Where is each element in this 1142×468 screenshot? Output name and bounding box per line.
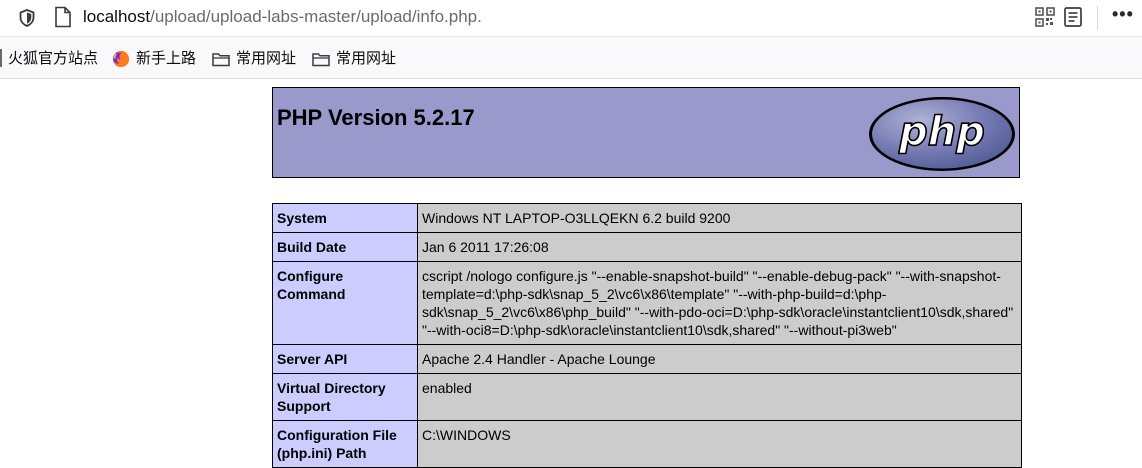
phpinfo-header: PHP Version 5.2.17 php <box>272 87 1020 178</box>
table-row: Configuration File (php.ini) Path C:\WIN… <box>272 420 1022 468</box>
row-value: Windows NT LAPTOP-O3LLQEKN 6.2 build 920… <box>417 203 1022 233</box>
table-row: Virtual Directory Support enabled <box>272 373 1022 421</box>
toolbar-separator <box>1097 6 1098 30</box>
bookmark-folder-common-2[interactable]: 常用网址 <box>312 48 396 70</box>
url-field[interactable]: localhost/upload/upload-labs-master/uplo… <box>83 5 482 29</box>
php-logo[interactable]: php <box>867 95 1017 173</box>
table-row: System Windows NT LAPTOP-O3LLQEKN 6.2 bu… <box>272 203 1022 233</box>
bookmark-firefox-official[interactable]: 火狐官方站点 <box>8 48 98 70</box>
row-value: Jan 6 2011 17:26:08 <box>417 232 1022 262</box>
row-value: enabled <box>417 373 1022 421</box>
row-key: Virtual Directory Support <box>272 373 418 421</box>
php-logo-text: php <box>898 109 985 155</box>
bookmark-edge-divider <box>0 49 4 67</box>
bookmark-getting-started[interactable]: 新手上路 <box>112 48 196 70</box>
table-row: Configure Command cscript /nologo config… <box>272 261 1022 345</box>
folder-icon <box>312 53 330 67</box>
row-value: C:\WINDOWS <box>417 420 1022 468</box>
page-content: PHP Version 5.2.17 php System Windows NT… <box>0 79 1142 468</box>
address-bar[interactable]: localhost/upload/upload-labs-master/uplo… <box>0 0 1142 37</box>
qr-code-icon[interactable] <box>1035 7 1055 27</box>
bookmark-folder-common-1[interactable]: 常用网址 <box>212 48 296 70</box>
table-row: Server API Apache 2.4 Handler - Apache L… <box>272 344 1022 374</box>
firefox-icon <box>113 51 129 67</box>
shield-icon[interactable] <box>17 8 37 28</box>
row-key: Configure Command <box>272 261 418 345</box>
url-host: localhost <box>83 7 151 26</box>
bookmark-label: 常用网址 <box>236 50 297 67</box>
bookmarks-toolbar: 火狐官方站点 新手上路 常用网址 常用网址 <box>0 37 1142 79</box>
more-menu-icon[interactable]: ••• <box>1112 4 1134 25</box>
bookmark-label: 常用网址 <box>336 50 397 67</box>
row-key: Server API <box>272 344 418 374</box>
row-key: System <box>272 203 418 233</box>
bookmark-label: 新手上路 <box>136 50 197 67</box>
row-value: Apache 2.4 Handler - Apache Lounge <box>417 344 1022 374</box>
table-row: Build Date Jan 6 2011 17:26:08 <box>272 232 1022 262</box>
phpinfo-table: System Windows NT LAPTOP-O3LLQEKN 6.2 bu… <box>272 203 1022 468</box>
bookmark-label: 火狐官方站点 <box>8 50 99 67</box>
page-icon[interactable] <box>54 6 72 28</box>
url-path: /upload/upload-labs-master/upload/info.p… <box>150 7 482 26</box>
page-title: PHP Version 5.2.17 <box>277 105 475 130</box>
folder-icon <box>212 53 230 67</box>
row-key: Configuration File (php.ini) Path <box>272 420 418 468</box>
reader-view-icon[interactable] <box>1063 6 1083 28</box>
row-value: cscript /nologo configure.js "--enable-s… <box>417 261 1022 345</box>
row-key: Build Date <box>272 232 418 262</box>
